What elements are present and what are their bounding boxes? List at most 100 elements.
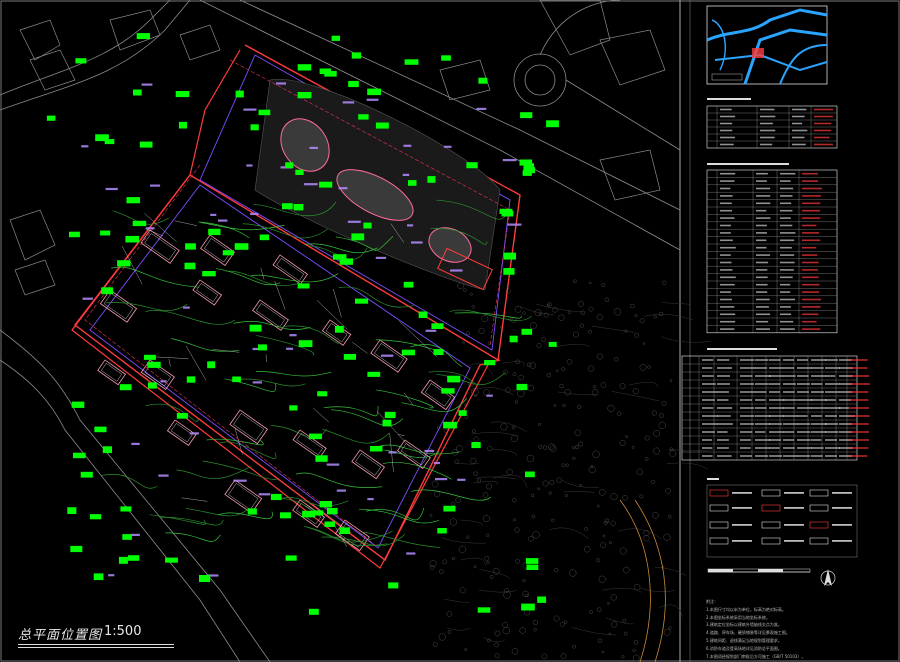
elevation-tag xyxy=(270,493,282,501)
table-cell-text xyxy=(797,415,808,417)
tree-mark xyxy=(663,628,671,636)
tree-mark xyxy=(622,494,628,501)
annotation-mark xyxy=(450,269,463,272)
table-cell-text xyxy=(702,359,714,361)
annotation-mark xyxy=(82,297,93,300)
tree-mark xyxy=(572,456,576,460)
terrain-line xyxy=(659,604,683,617)
tree-mark xyxy=(482,492,489,498)
legend-symbol xyxy=(761,521,781,529)
elevation-tag xyxy=(249,324,262,332)
table-cell-text xyxy=(717,375,731,377)
table-cell-text xyxy=(720,261,732,264)
tree-mark xyxy=(500,423,508,431)
tree-mark xyxy=(471,429,476,434)
elevation-tag xyxy=(285,162,294,169)
table-cell-text xyxy=(720,224,731,227)
tree-mark xyxy=(529,362,537,369)
table-cell-text xyxy=(802,202,821,205)
tree-mark xyxy=(619,547,627,555)
table-cell-text xyxy=(811,439,822,441)
tree-mark xyxy=(476,478,482,483)
tree-mark xyxy=(601,650,605,654)
table-cell-text xyxy=(702,439,713,441)
elevation-tag xyxy=(122,534,132,540)
tree-mark xyxy=(577,404,582,409)
terrain-line xyxy=(536,303,584,313)
table-cell-text xyxy=(783,431,795,433)
table-cell-text xyxy=(756,202,771,205)
table-cell-text xyxy=(802,306,821,308)
tree-mark xyxy=(643,535,650,542)
tree-mark xyxy=(559,621,565,627)
elevation-tag xyxy=(308,608,319,615)
table-cell-text xyxy=(760,143,773,146)
title-underline-2 xyxy=(18,647,174,648)
table-cell-text xyxy=(814,143,834,146)
tree-mark xyxy=(588,365,595,372)
table-cell-text xyxy=(769,447,780,449)
leader-line xyxy=(260,267,265,280)
elevation-tag xyxy=(339,258,353,265)
elevation-tag xyxy=(132,220,147,227)
elevation-tag xyxy=(521,603,535,611)
leader-line xyxy=(316,300,348,330)
table-cell-text xyxy=(811,431,827,433)
tree-mark xyxy=(529,322,537,330)
tree-mark xyxy=(546,372,552,378)
tree-mark xyxy=(564,620,568,624)
tree-mark xyxy=(611,621,618,628)
tree-mark xyxy=(579,483,582,487)
table-cell-text xyxy=(720,202,732,205)
elevation-tag xyxy=(478,77,488,84)
legend-label xyxy=(732,492,752,494)
elevation-tag xyxy=(100,230,111,236)
tree-mark xyxy=(572,446,575,450)
table-cell-text xyxy=(825,375,836,377)
elevation-tag xyxy=(466,162,478,169)
elevation-tag xyxy=(441,388,455,394)
tree-mark xyxy=(548,443,555,451)
elevation-tag xyxy=(94,426,107,433)
path-curve xyxy=(323,405,379,417)
tree-mark xyxy=(572,644,577,649)
note-line: 5.建筑间距、退线满足当地规划管理要求。 xyxy=(706,637,782,643)
terrain-line xyxy=(460,519,483,527)
table-cell-text xyxy=(720,136,735,139)
elevation-tag xyxy=(293,204,304,211)
tree-mark xyxy=(572,331,579,338)
table-cell-text xyxy=(720,232,731,234)
leader-line xyxy=(313,407,329,423)
elevation-tag xyxy=(339,527,350,534)
table-cell-text xyxy=(780,298,796,301)
legend-symbol xyxy=(709,504,729,512)
tree-mark xyxy=(658,421,666,429)
table-cell-text xyxy=(780,224,793,227)
table-cell-text xyxy=(797,423,811,425)
elevation-tag xyxy=(548,341,557,347)
terrain-line xyxy=(446,627,471,631)
table-cell-text xyxy=(811,383,823,385)
elevation-tag xyxy=(147,361,161,368)
table-cell-text xyxy=(717,407,733,409)
tree-mark xyxy=(531,514,536,519)
tree-mark xyxy=(623,566,630,574)
tree-mark xyxy=(566,359,573,365)
table-cell-text xyxy=(756,276,768,279)
elevation-tag xyxy=(503,268,515,275)
table-cell-text xyxy=(814,136,830,139)
elevation-tag xyxy=(70,545,83,553)
tree-mark xyxy=(644,435,650,441)
building-inner xyxy=(233,413,265,441)
table-cell-text xyxy=(792,115,805,118)
elevation-tag xyxy=(501,210,514,217)
tree-mark xyxy=(661,401,667,406)
elevation-tag xyxy=(458,410,467,416)
table-cell-text xyxy=(811,455,823,457)
elevation-tag xyxy=(431,323,444,329)
annotation-mark xyxy=(342,101,355,104)
tree-mark xyxy=(494,630,501,637)
table-cell-text xyxy=(755,391,767,393)
tree-mark xyxy=(429,513,433,517)
tree-mark xyxy=(565,463,569,467)
